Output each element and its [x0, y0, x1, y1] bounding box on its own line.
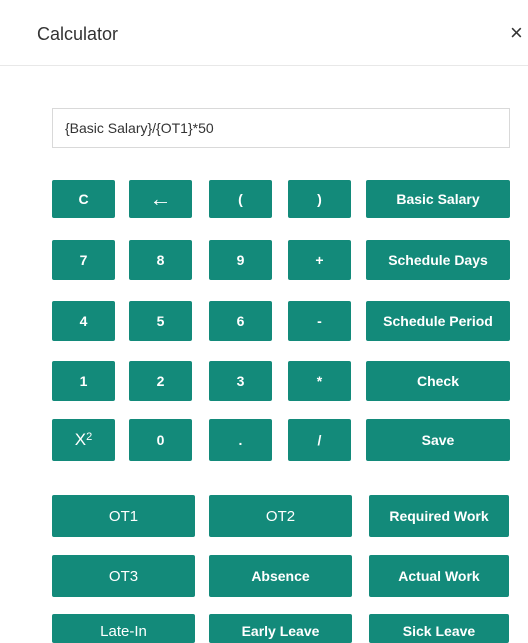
- digit-3-button[interactable]: 3: [209, 361, 272, 401]
- close-paren-button[interactable]: ): [288, 180, 351, 218]
- square-button[interactable]: X2: [52, 419, 115, 461]
- square-base-label: X: [74, 430, 87, 449]
- dialog-header: Calculator ×: [0, 0, 528, 66]
- digit-8-button[interactable]: 8: [129, 240, 192, 280]
- digit-6-button[interactable]: 6: [209, 301, 272, 341]
- digit-4-button[interactable]: 4: [52, 301, 115, 341]
- sick-leave-button[interactable]: Sick Leave: [369, 614, 509, 643]
- open-paren-button[interactable]: (: [209, 180, 272, 218]
- multiply-button[interactable]: *: [288, 361, 351, 401]
- digit-2-button[interactable]: 2: [129, 361, 192, 401]
- calculator-dialog: Calculator × C ← ( ) Basic Salary 7 8 9 …: [0, 0, 528, 643]
- actual-work-button[interactable]: Actual Work: [369, 555, 509, 597]
- early-leave-button[interactable]: Early Leave: [209, 614, 352, 643]
- digit-5-button[interactable]: 5: [129, 301, 192, 341]
- digit-7-button[interactable]: 7: [52, 240, 115, 280]
- dot-button[interactable]: .: [209, 419, 272, 461]
- ot3-button[interactable]: OT3: [52, 555, 195, 597]
- minus-button[interactable]: -: [288, 301, 351, 341]
- square-exponent-label: 2: [86, 431, 93, 443]
- save-button[interactable]: Save: [366, 419, 510, 461]
- schedule-days-button[interactable]: Schedule Days: [366, 240, 510, 280]
- close-icon[interactable]: ×: [510, 20, 523, 46]
- backspace-arrow-icon[interactable]: ←: [129, 180, 192, 218]
- basic-salary-button[interactable]: Basic Salary: [366, 180, 510, 218]
- formula-input[interactable]: [52, 108, 510, 148]
- ot2-button[interactable]: OT2: [209, 495, 352, 537]
- ot1-button[interactable]: OT1: [52, 495, 195, 537]
- digit-1-button[interactable]: 1: [52, 361, 115, 401]
- late-in-button[interactable]: Late-In: [52, 614, 195, 643]
- check-button[interactable]: Check: [366, 361, 510, 401]
- required-work-button[interactable]: Required Work: [369, 495, 509, 537]
- plus-button[interactable]: +: [288, 240, 351, 280]
- clear-button[interactable]: C: [52, 180, 115, 218]
- schedule-period-button[interactable]: Schedule Period: [366, 301, 510, 341]
- digit-9-button[interactable]: 9: [209, 240, 272, 280]
- digit-0-button[interactable]: 0: [129, 419, 192, 461]
- dialog-title: Calculator: [37, 24, 119, 44]
- absence-button[interactable]: Absence: [209, 555, 352, 597]
- divide-button[interactable]: /: [288, 419, 351, 461]
